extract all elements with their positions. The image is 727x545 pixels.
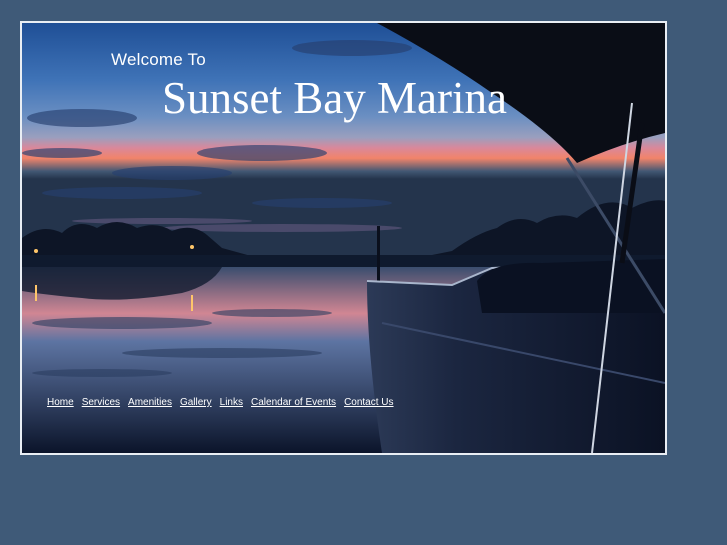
main-nav: Home Services Amenities Gallery Links Ca… [47, 397, 394, 408]
site-title: Sunset Bay Marina [162, 73, 507, 123]
nav-link-amenities[interactable]: Amenities [128, 397, 172, 408]
nav-link-home[interactable]: Home [47, 397, 74, 408]
welcome-text: Welcome To [111, 50, 206, 69]
nav-link-services[interactable]: Services [82, 397, 120, 408]
nav-link-gallery[interactable]: Gallery [180, 397, 212, 408]
nav-link-contact-us[interactable]: Contact Us [344, 397, 393, 408]
hero-banner: Welcome To Sunset Bay Marina Home Servic… [20, 21, 667, 455]
nav-link-links[interactable]: Links [220, 397, 243, 408]
nav-link-calendar-of-events[interactable]: Calendar of Events [251, 397, 336, 408]
